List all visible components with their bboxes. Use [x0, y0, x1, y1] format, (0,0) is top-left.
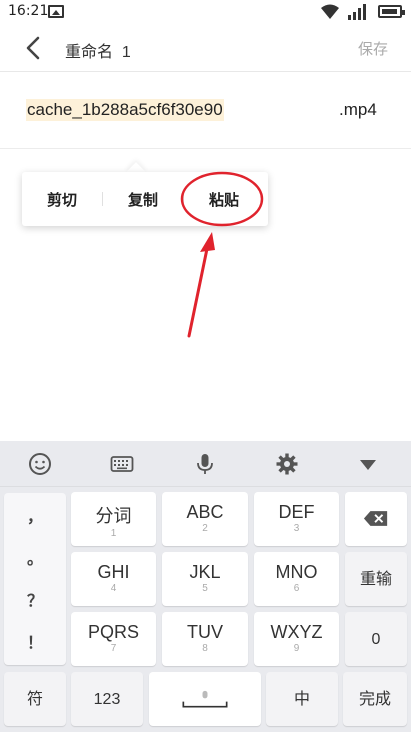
zero-key[interactable]: 0 — [345, 612, 407, 666]
annotation-arrow-shaft — [187, 242, 210, 338]
image-notification-icon — [48, 5, 64, 18]
paste-menu-item[interactable]: 粘贴 — [184, 189, 264, 210]
key-label: 0 — [371, 631, 381, 648]
key-number: 8 — [202, 643, 208, 654]
title-text: 重命名 — [65, 44, 114, 61]
key-8[interactable]: TUV 8 — [162, 612, 248, 666]
wifi-icon — [321, 4, 339, 19]
microphone-icon[interactable] — [193, 452, 217, 476]
symbols-key[interactable]: 符 — [4, 672, 66, 726]
keyboard-icon[interactable] — [110, 452, 134, 476]
key-label: 重输 — [359, 571, 392, 588]
text-context-menu: 剪切 复制 粘贴 — [22, 172, 268, 226]
language-key[interactable]: 中 — [266, 672, 338, 726]
key-number: 9 — [293, 643, 300, 654]
key-label: TUV — [187, 622, 223, 642]
key-label: PQRS — [87, 622, 139, 642]
numbers-key[interactable]: 123 — [71, 672, 143, 726]
key-7[interactable]: PQRS 7 — [71, 612, 156, 666]
done-key[interactable]: 完成 — [343, 672, 407, 726]
question-key[interactable]: ？ — [4, 587, 66, 611]
keyboard-toolbar — [0, 441, 411, 487]
save-button[interactable]: 保存 — [358, 38, 388, 59]
title-count: 1 — [121, 44, 131, 61]
emoji-icon[interactable] — [28, 452, 52, 476]
key-3[interactable]: DEF 3 — [254, 492, 339, 546]
copy-menu-item[interactable]: 复制 — [103, 189, 183, 210]
key-number: 5 — [202, 583, 208, 594]
filename-field[interactable]: cache_1b288a5cf6f30e90 .mp4 — [0, 73, 411, 149]
key-number: 4 — [110, 583, 117, 594]
comma-key[interactable]: ， — [4, 503, 66, 527]
space-key[interactable] — [149, 672, 261, 726]
key-2[interactable]: ABC 2 — [162, 492, 248, 546]
soft-keyboard: ， 。 ？ ！ 分词 1 ABC 2 DEF 3 GHI 4 JKL 5 MNO… — [0, 441, 411, 732]
settings-icon[interactable] — [275, 452, 299, 476]
key-label: GHI — [97, 562, 130, 582]
key-label: MNO — [275, 562, 318, 582]
period-key[interactable]: 。 — [4, 545, 66, 569]
signal-icon — [348, 4, 366, 20]
key-number: 2 — [202, 523, 208, 534]
key-number: 1 — [110, 528, 117, 539]
key-number: 3 — [293, 523, 300, 534]
key-9[interactable]: WXYZ 9 — [254, 612, 339, 666]
reenter-key[interactable]: 重输 — [345, 552, 407, 606]
status-time: 16:21 — [8, 3, 49, 19]
file-extension: .mp4 — [339, 100, 377, 119]
battery-icon — [378, 5, 405, 18]
back-arrow-icon[interactable] — [22, 35, 48, 61]
key-label: 完成 — [358, 691, 391, 708]
status-bar: 16:21 — [0, 0, 411, 24]
key-label: 中 — [293, 691, 310, 708]
page-title: 重命名 1 — [65, 38, 131, 62]
key-label: JKL — [189, 562, 221, 582]
backspace-key[interactable] — [345, 492, 407, 546]
app-header: 重命名 1 保存 — [0, 24, 411, 72]
punctuation-column[interactable]: ， 。 ？ ！ — [4, 493, 66, 665]
key-label: ABC — [186, 502, 224, 522]
key-label: 分词 — [95, 506, 132, 526]
filename-input[interactable]: cache_1b288a5cf6f30e90 — [26, 99, 224, 121]
key-number: 7 — [110, 643, 117, 654]
key-5[interactable]: JKL 5 — [162, 552, 248, 606]
backspace-icon — [363, 511, 388, 526]
key-4[interactable]: GHI 4 — [71, 552, 156, 606]
key-label: DEF — [278, 502, 315, 522]
cut-menu-item[interactable]: 剪切 — [22, 189, 102, 210]
key-1[interactable]: 分词 1 — [71, 492, 156, 546]
key-number: 6 — [293, 583, 300, 594]
key-6[interactable]: MNO 6 — [254, 552, 339, 606]
annotation-arrow-head — [200, 232, 215, 252]
collapse-icon[interactable] — [356, 452, 380, 476]
key-label: 123 — [93, 691, 121, 708]
exclaim-key[interactable]: ！ — [4, 629, 66, 653]
space-mic-icon — [182, 690, 228, 708]
key-label: 符 — [26, 691, 43, 708]
key-label: WXYZ — [270, 622, 323, 642]
